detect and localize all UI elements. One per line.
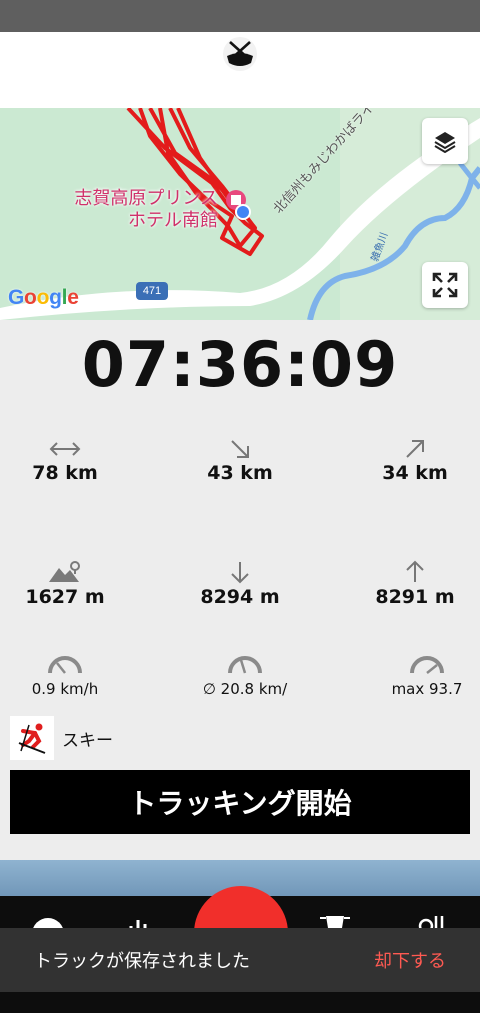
horizontal-arrows-icon: [49, 442, 81, 456]
stat-distance-total: 78 km: [0, 438, 140, 484]
stat-distance-down: 43 km: [165, 438, 315, 484]
arrow-up-right-icon: [406, 440, 424, 458]
activity-label: スキー: [62, 730, 113, 751]
snackbar: トラックが保存されました 却下する: [0, 928, 480, 992]
stat-ascent-value: 8291 m: [375, 586, 455, 608]
speedometer-mid-icon: [228, 656, 262, 674]
arrow-up-icon: [406, 560, 424, 582]
stat-speed-max: max 93.7: [352, 654, 480, 698]
stat-distance-up-value: 34 km: [382, 462, 448, 484]
stat-distance-up: 34 km: [340, 438, 480, 484]
speedometer-high-icon: [410, 656, 444, 674]
map-layers-button[interactable]: [422, 118, 468, 164]
arrow-down-icon: [231, 562, 249, 584]
activity-selector[interactable]: スキー: [10, 716, 113, 760]
mountain-icon: [49, 561, 80, 582]
stat-descent: 8294 m: [165, 560, 315, 608]
route-badge: 471: [136, 282, 168, 300]
stat-speed-min-value: 0.9 km/h: [31, 680, 99, 698]
stat-descent-value: 8294 m: [200, 586, 280, 608]
stat-speed-max-value: max 93.7: [391, 680, 463, 698]
skier-icon: [10, 716, 54, 760]
fullscreen-icon: [432, 272, 458, 298]
arrow-down-right-icon: [231, 440, 249, 458]
google-logo: Google: [8, 286, 79, 309]
app-logo-icon: [223, 37, 257, 71]
layers-icon: [434, 132, 456, 153]
stat-speed-min: 0.9 km/h: [0, 654, 140, 698]
stat-speed-avg: ∅ 20.8 km/: [170, 654, 320, 698]
stat-speed-avg-value: ∅ 20.8 km/: [202, 680, 288, 698]
snackbar-dismiss-button[interactable]: 却下する: [374, 947, 446, 973]
app-header: [0, 32, 480, 108]
stat-altitude-value: 1627 m: [25, 586, 105, 608]
start-tracking-button[interactable]: トラッキング開始: [10, 770, 470, 834]
stat-ascent: 8291 m: [340, 560, 480, 608]
stat-altitude: 1627 m: [0, 560, 140, 608]
stat-distance-total-value: 78 km: [32, 462, 98, 484]
map-poi-label: 志賀高原プリンス ホテル南館: [74, 188, 218, 231]
speedometer-low-icon: [48, 656, 82, 674]
snackbar-message: トラックが保存されました: [34, 951, 250, 972]
map-view[interactable]: 志賀高原プリンス ホテル南館 北信州もみじわかばライン 雑魚川 471 Goog…: [0, 108, 480, 320]
map-fullscreen-button[interactable]: [422, 262, 468, 308]
status-bar: [0, 0, 480, 32]
elapsed-timer: 07:36:09: [81, 328, 399, 401]
stat-distance-down-value: 43 km: [207, 462, 273, 484]
